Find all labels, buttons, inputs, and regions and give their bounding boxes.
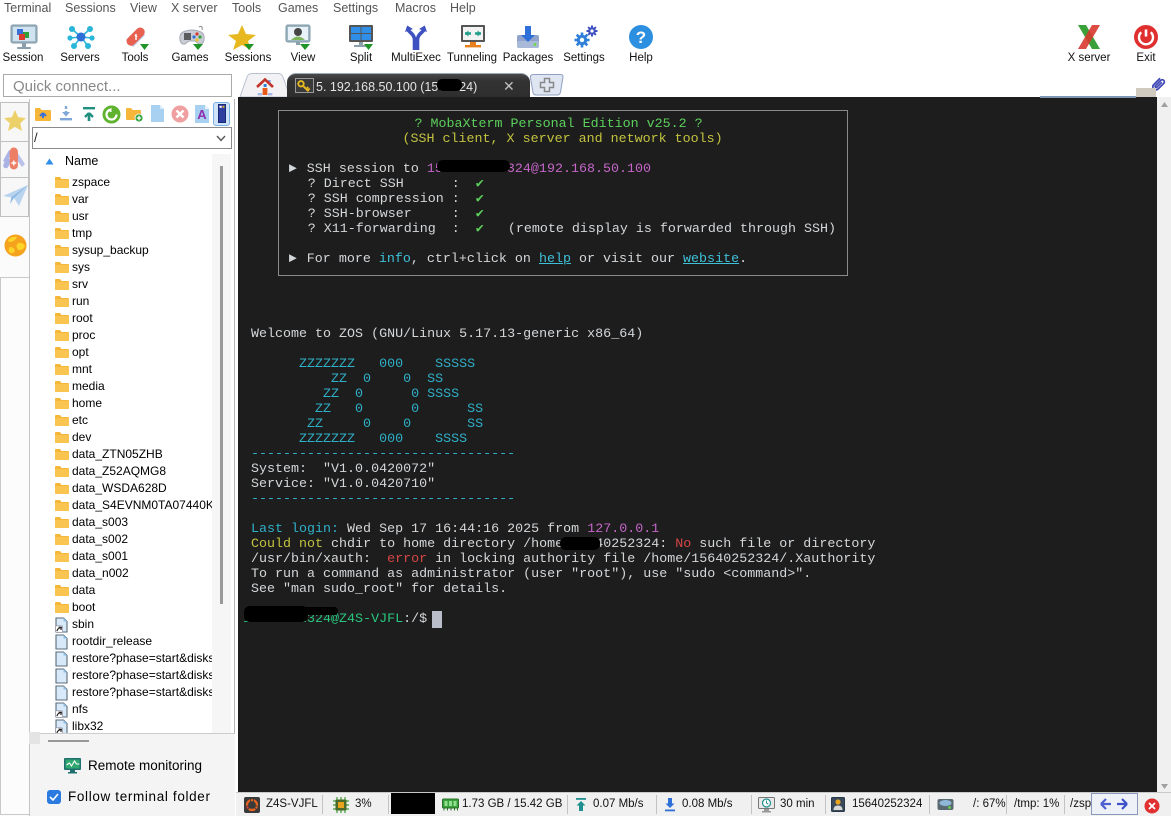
- svg-text:?: ?: [636, 28, 646, 47]
- svg-text:A: A: [197, 107, 207, 122]
